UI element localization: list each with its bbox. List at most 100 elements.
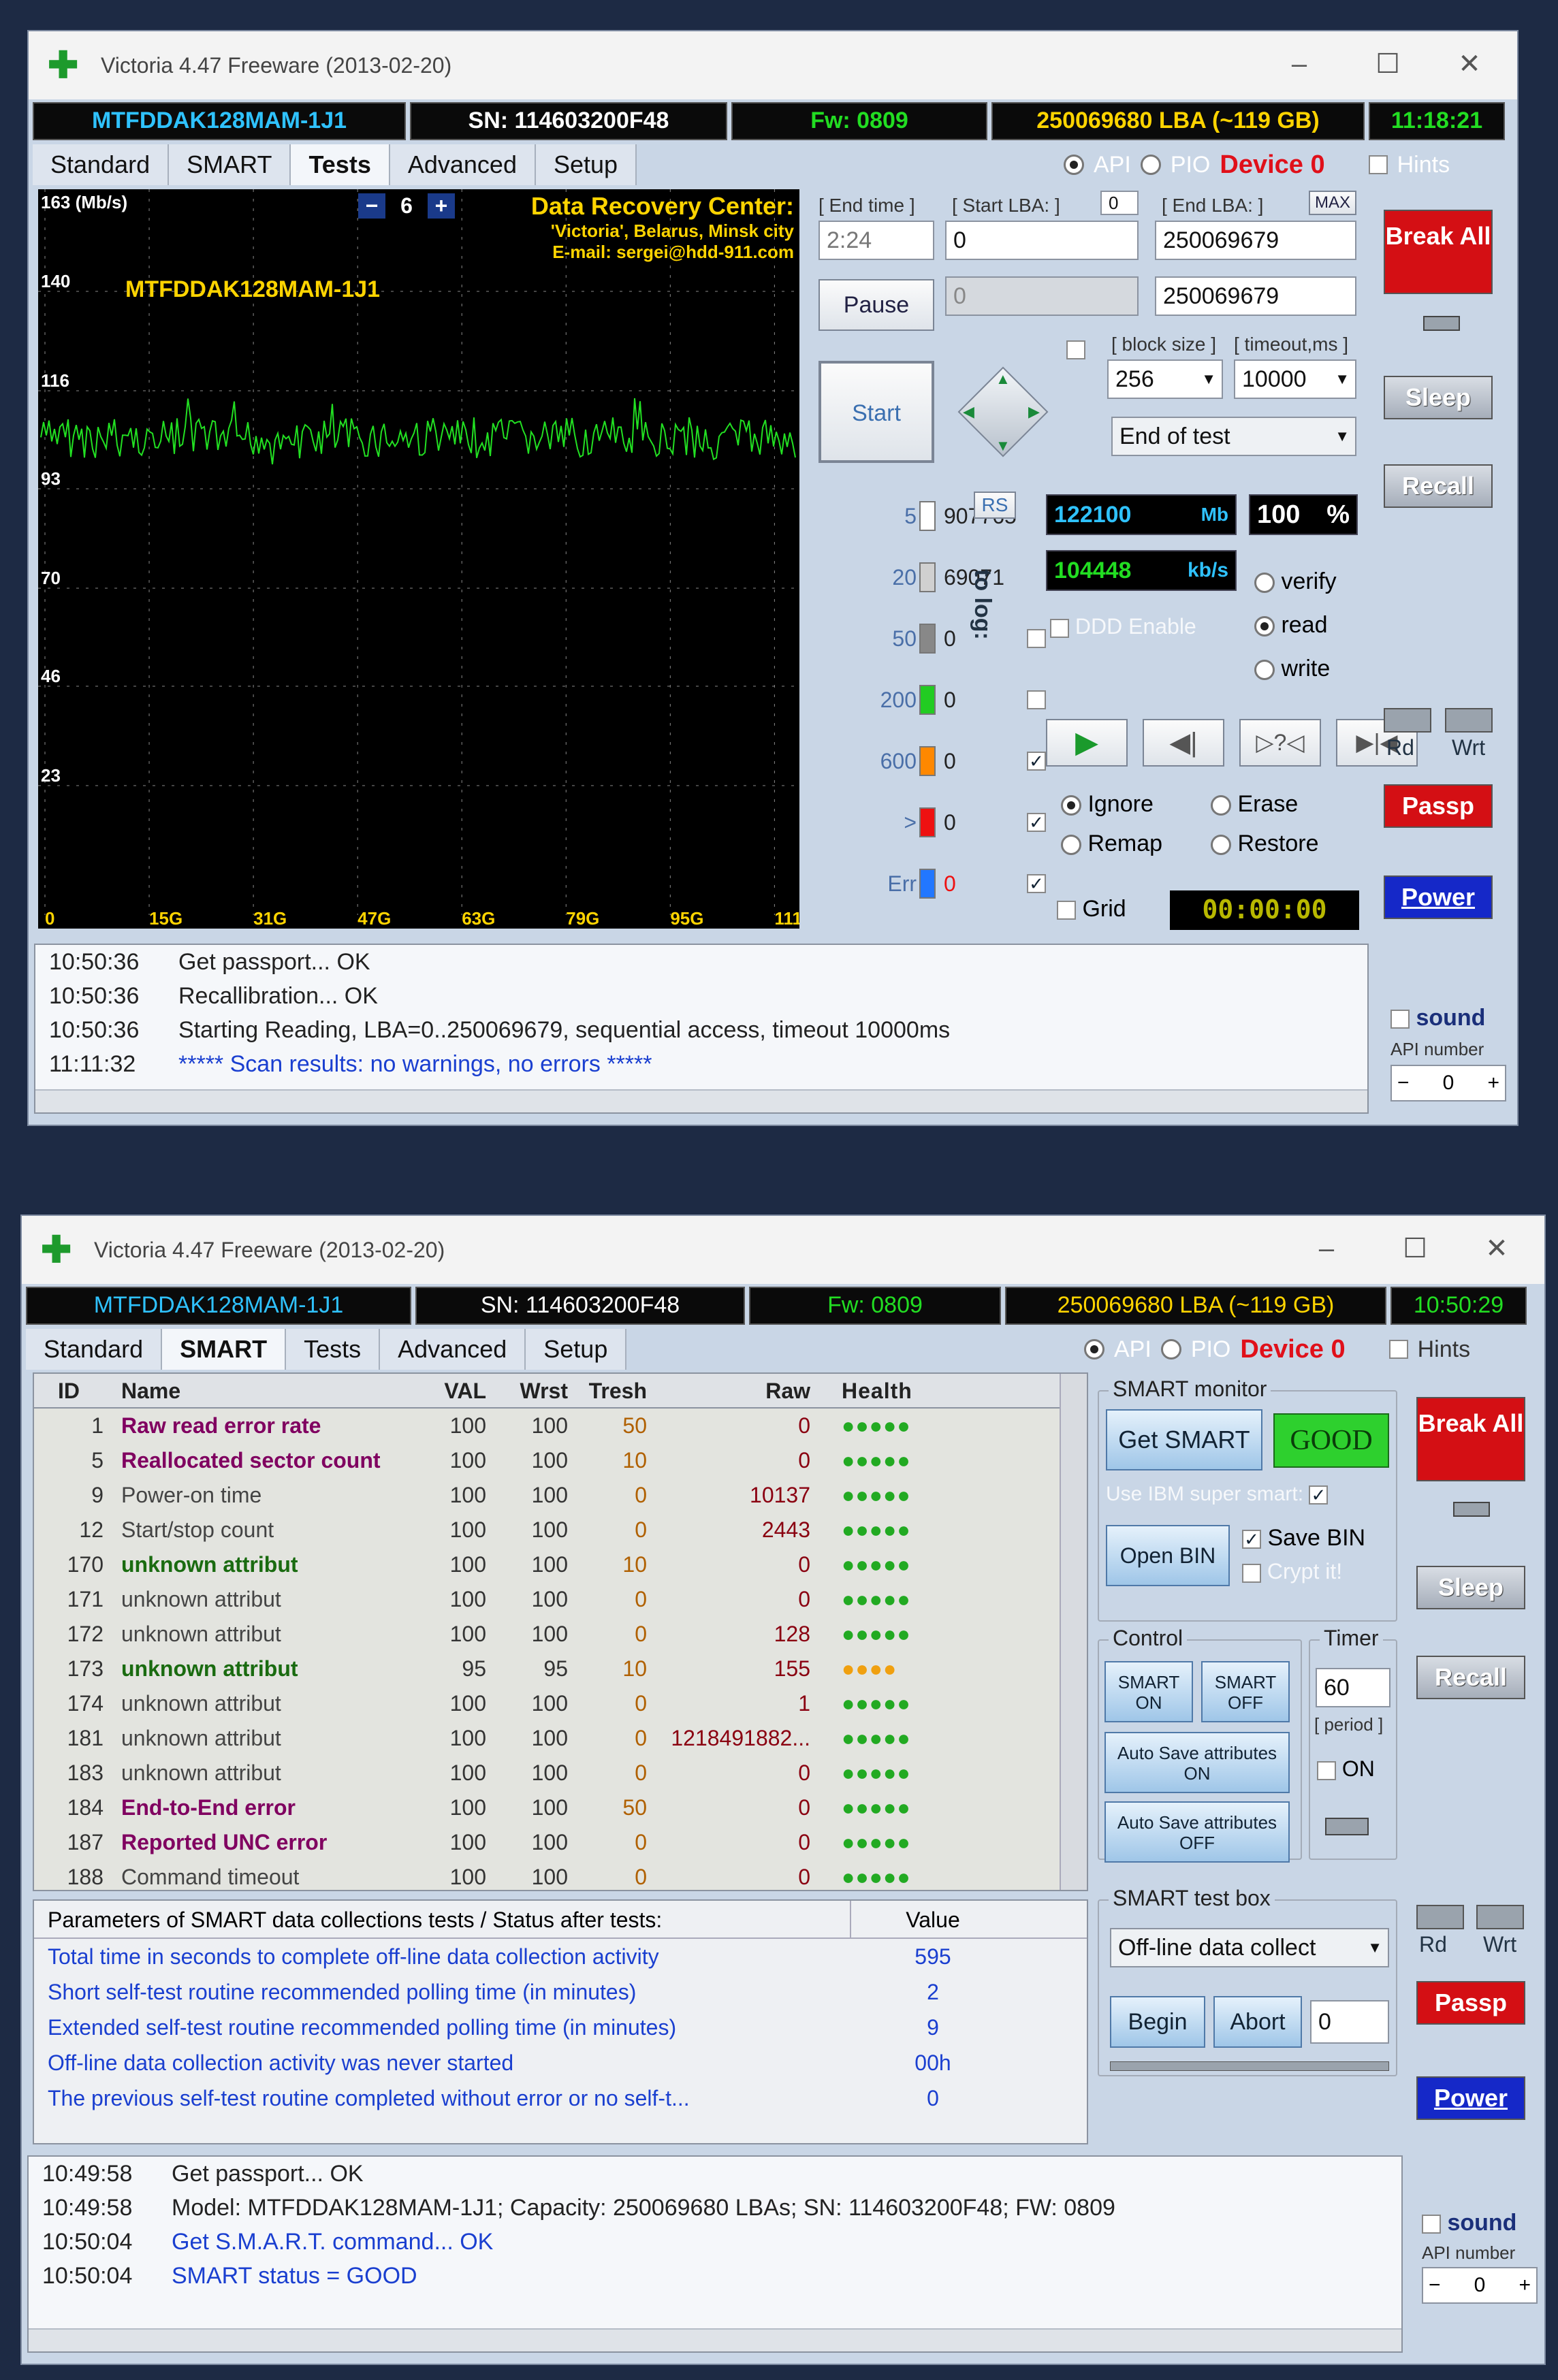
zoom-out-button[interactable]: − (358, 193, 385, 219)
passp-button[interactable]: Passp (1384, 784, 1493, 828)
start-lba-field[interactable]: 0 (945, 221, 1139, 260)
table-row[interactable]: 9 Power-on time 100 100 0 10137 ●●●●● (34, 1478, 1087, 1513)
table-row[interactable]: 188 Command timeout 100 100 0 0 ●●●●● (34, 1860, 1087, 1890)
col-name[interactable]: Name (110, 1374, 437, 1407)
tab-smart[interactable]: SMART (169, 144, 291, 185)
bin-log-checkbox[interactable] (1027, 629, 1046, 648)
ddd-enable[interactable]: DDD Enable (1050, 614, 1196, 639)
use-ibm-toggle[interactable]: Use IBM super smart: ✓ (1106, 1483, 1329, 1506)
arrow-down-icon[interactable]: ▼ (996, 437, 1011, 455)
save-bin-checkbox[interactable]: ✓ (1242, 1530, 1261, 1549)
tab-advanced[interactable]: Advanced (390, 144, 536, 185)
table-row[interactable]: 181 unknown attribut 100 100 0 1218491882... ●… (34, 1721, 1087, 1756)
col-val[interactable]: VAL (437, 1374, 492, 1407)
device-label[interactable]: Device 0 (1240, 1335, 1345, 1364)
close-button[interactable]: ✕ (1456, 1216, 1538, 1284)
close-button[interactable]: ✕ (1429, 31, 1510, 99)
get-smart-button[interactable]: Get SMART (1106, 1409, 1262, 1470)
break-all-button[interactable]: Break All (1416, 1397, 1525, 1481)
auto-save-on-button[interactable]: Auto Save attributes ON (1104, 1732, 1290, 1793)
table-row[interactable]: 1 Raw read error rate 100 100 50 0 ●●●●● (34, 1409, 1087, 1443)
table-row[interactable]: 187 Reported UNC error 100 100 0 0 ●●●●● (34, 1825, 1087, 1860)
smart-on-button[interactable]: SMART ON (1104, 1661, 1193, 1722)
test-type-select[interactable]: Off-line data collect ▼ (1110, 1928, 1389, 1967)
api-number-stepper[interactable]: − 0 + (1390, 1065, 1506, 1101)
sleep-button[interactable]: Sleep (1384, 376, 1493, 419)
device-label[interactable]: Device 0 (1220, 150, 1324, 180)
end-lba-field[interactable]: 250069679 (1155, 221, 1356, 260)
use-ibm-checkbox[interactable]: ✓ (1309, 1485, 1329, 1505)
skip-unknown-icon[interactable]: ▷?◁ (1239, 719, 1321, 767)
maximize-button[interactable]: ☐ (1347, 31, 1429, 99)
lba-field-end[interactable]: 250069679 (1155, 276, 1356, 316)
api-number-stepper[interactable]: − 0 + (1422, 2267, 1538, 2304)
pio-radio[interactable] (1140, 155, 1161, 175)
end-of-test-select[interactable]: End of test ▼ (1111, 417, 1356, 456)
direction-pad[interactable]: ▲ ▼ ◀ ▶ (952, 361, 1054, 463)
tab-setup[interactable]: Setup (526, 1329, 627, 1370)
table-row[interactable]: 184 End-to-End error 100 100 50 0 ●●●●● (34, 1790, 1087, 1825)
bin-log-checkbox[interactable]: ✓ (1027, 752, 1046, 771)
api-radio[interactable] (1084, 1339, 1104, 1360)
pio-radio[interactable] (1160, 1339, 1181, 1360)
block-size-select[interactable]: 256 ▼ (1107, 359, 1223, 399)
action-restore[interactable]: Restore (1211, 824, 1361, 863)
plus-icon[interactable]: + (1487, 1072, 1499, 1095)
minimize-button[interactable]: – (1286, 1216, 1367, 1284)
table-row[interactable]: 172 unknown attribut 100 100 0 128 ●●●●● (34, 1617, 1087, 1652)
col-tresh[interactable]: Tresh (572, 1374, 654, 1407)
pause-button[interactable]: Pause (818, 279, 934, 331)
tab-tests[interactable]: Tests (286, 1329, 381, 1370)
hints-checkbox[interactable] (1368, 155, 1388, 174)
mode-verify[interactable]: verify (1254, 560, 1337, 603)
start-button[interactable]: Start (818, 361, 934, 463)
tab-advanced[interactable]: Advanced (380, 1329, 526, 1370)
bin-log-checkbox[interactable] (1027, 690, 1046, 709)
col-wrst[interactable]: Wrst (492, 1374, 572, 1407)
maximize-button[interactable]: ☐ (1374, 1216, 1456, 1284)
action-remap[interactable]: Remap (1061, 824, 1211, 863)
break-all-button[interactable]: Break All (1384, 210, 1493, 294)
timer-on-toggle[interactable]: ON (1317, 1756, 1375, 1782)
timer-period-field[interactable]: 60 (1316, 1668, 1390, 1707)
rs-button[interactable]: RS (974, 492, 1016, 519)
table-scrollbar[interactable] (1060, 1374, 1087, 1890)
tab-smart[interactable]: SMART (162, 1329, 287, 1370)
table-row[interactable]: 183 unknown attribut 100 100 0 0 ●●●●● (34, 1756, 1087, 1790)
table-row[interactable]: 5 Reallocated sector count 100 100 10 0 ●●●●● (34, 1443, 1087, 1478)
end-time-field[interactable]: 2:24 (818, 221, 934, 260)
minus-icon[interactable]: − (1429, 2274, 1441, 2297)
abort-button[interactable]: Abort (1213, 1996, 1302, 2048)
bin-log-checkbox[interactable]: ✓ (1027, 874, 1046, 893)
play-icon[interactable]: ▶ (1046, 719, 1128, 767)
grid-checkbox[interactable] (1057, 901, 1076, 920)
mode-write[interactable]: write (1254, 647, 1337, 690)
api-radio[interactable] (1064, 155, 1084, 175)
tab-standard[interactable]: Standard (33, 144, 170, 185)
arrow-left-icon[interactable]: ◀ (963, 403, 974, 421)
ddd-checkbox[interactable] (1050, 618, 1069, 638)
tab-tests[interactable]: Tests (291, 144, 390, 185)
save-bin-toggle[interactable]: ✓ Save BIN (1242, 1525, 1365, 1551)
log-scrollbar[interactable] (29, 2328, 1401, 2351)
sound-toggle[interactable]: sound (1422, 2210, 1516, 2236)
max-button[interactable]: MAX (1309, 191, 1356, 215)
hints-checkbox[interactable] (1388, 1340, 1408, 1359)
table-row[interactable]: 170 unknown attribut 100 100 10 0 ●●●●● (34, 1547, 1087, 1582)
arrow-right-icon[interactable]: ▶ (1028, 403, 1040, 421)
sound-checkbox[interactable] (1422, 2215, 1441, 2234)
sound-checkbox[interactable] (1390, 1010, 1410, 1029)
zoom-in-button[interactable]: + (428, 193, 455, 219)
action-ignore[interactable]: Ignore (1061, 784, 1211, 824)
power-button[interactable]: Power (1416, 2076, 1525, 2120)
open-bin-button[interactable]: Open BIN (1106, 1525, 1230, 1586)
tab-standard[interactable]: Standard (26, 1329, 163, 1370)
recall-button[interactable]: Recall (1416, 1656, 1525, 1699)
plus-icon[interactable]: + (1519, 2274, 1531, 2297)
sound-toggle[interactable]: sound (1390, 1005, 1485, 1031)
table-row[interactable]: 173 unknown attribut 95 95 10 155 ●●●● (34, 1652, 1087, 1686)
extra-checkbox[interactable] (1066, 340, 1085, 359)
sleep-button[interactable]: Sleep (1416, 1566, 1525, 1609)
bin-log-checkbox[interactable]: ✓ (1027, 813, 1046, 832)
begin-button[interactable]: Begin (1110, 1996, 1205, 2048)
